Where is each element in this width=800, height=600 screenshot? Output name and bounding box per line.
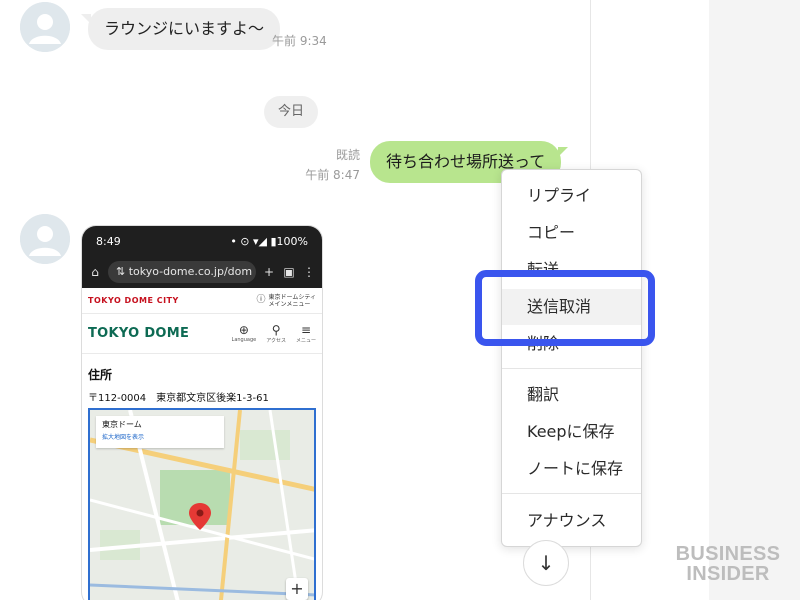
watermark-logo: BUSINESS INSIDER — [673, 544, 783, 584]
site-top-bar: TOKYO DOME CITY ⓘ 東京ドームシティ メインメニュー — [82, 288, 322, 314]
site-main-menu: ⓘ 東京ドームシティ メインメニュー — [257, 294, 316, 308]
nav-access: ⚲ アクセス — [266, 323, 286, 344]
tune-icon: ⇅ — [116, 265, 129, 278]
contact-avatar-1[interactable] — [20, 2, 70, 52]
home-icon: ⌂ — [91, 265, 99, 279]
map-card-title: 東京ドーム — [102, 420, 142, 429]
tab-count-icon: ▣ — [283, 265, 295, 279]
nav-menu: ≡ メニュー — [296, 323, 316, 344]
phone-status-bar: 8:49 • ⊙ ▾◢ ▮100% — [82, 226, 322, 256]
incoming-message-bubble[interactable]: ラウンジにいますよ〜 — [80, 8, 281, 50]
person-avatar-icon — [20, 214, 70, 264]
arrow-down-icon: ↓ — [537, 551, 555, 575]
nav-language: ⊕ Language — [232, 323, 257, 344]
address-text: 〒112-0004 東京都文京区後楽1-3-61 — [88, 393, 269, 404]
site-brand: TOKYO DOME CITY — [88, 296, 179, 305]
nav-language-label: Language — [231, 337, 257, 343]
contact-avatar-2[interactable] — [20, 214, 70, 264]
menu-item-copy[interactable]: コピー — [502, 215, 641, 251]
menu-item-save-note[interactable]: ノートに保存 — [502, 451, 641, 487]
menu-item-translate[interactable]: 翻訳 — [502, 377, 641, 413]
location-icon: ⚲ — [271, 323, 281, 337]
map-embed: 東京ドーム 拡大地図を表示 + — [88, 408, 316, 600]
globe-icon: ⊕ — [238, 323, 249, 337]
site-menu-line-1: 東京ドームシティ — [268, 293, 316, 301]
url-box: ⇅ tokyo-dome.co.jp/dom — [108, 261, 256, 283]
scroll-down-button[interactable]: ↓ — [523, 540, 569, 586]
site-menu-line-2: メインメニュー — [268, 300, 311, 308]
map-zoom-in-button: + — [286, 578, 308, 600]
more-vert-icon: ⋮ — [303, 265, 315, 279]
message-context-menu: リプライ コピー 転送 送信取消 削除 翻訳 Keepに保存 ノートに保存 アナ… — [501, 169, 642, 547]
map-info-card: 東京ドーム 拡大地図を表示 — [96, 416, 224, 448]
info-icon: ⓘ — [256, 295, 266, 305]
address-title: 住所 — [88, 368, 113, 382]
incoming-message-time: 午前 9:34 — [272, 34, 327, 48]
map-card-link: 拡大地図を表示 — [102, 434, 145, 441]
nav-access-label: アクセス — [266, 338, 286, 344]
menu-item-reply[interactable]: リプライ — [502, 178, 641, 214]
menu-separator — [502, 493, 641, 494]
date-separator: 今日 — [264, 96, 319, 128]
right-background — [709, 0, 800, 600]
menu-item-announce[interactable]: アナウンス — [502, 503, 641, 539]
read-status: 既読 — [335, 148, 360, 162]
nav-menu-label: メニュー — [295, 338, 316, 344]
outgoing-message-time: 午前 8:47 — [305, 168, 360, 182]
browser-url-bar: ⌂ ⇅ tokyo-dome.co.jp/dom + ▣ ⋮ — [82, 256, 322, 288]
person-avatar-icon — [20, 2, 70, 52]
menu-item-save-keep[interactable]: Keepに保存 — [502, 414, 641, 450]
status-time: 8:49 — [96, 234, 121, 248]
incoming-message-text: ラウンジにいますよ〜 — [104, 19, 265, 38]
url-text: tokyo-dome.co.jp/dom — [128, 265, 253, 278]
hamburger-icon: ≡ — [300, 323, 312, 337]
menu-separator — [502, 368, 641, 369]
site-header: TOKYO DOME ⊕ Language ⚲ アクセス ≡ メニュー — [82, 314, 322, 354]
plus-icon: + — [263, 265, 275, 279]
status-icons: • ⊙ ▾◢ ▮100% — [230, 234, 308, 248]
site-nav: ⊕ Language ⚲ アクセス ≡ メニュー — [232, 323, 316, 344]
highlight-annotation — [475, 270, 655, 346]
site-logo: TOKYO DOME — [88, 326, 190, 341]
screenshot-image-message[interactable]: 8:49 • ⊙ ▾◢ ▮100% ⌂ ⇅ tokyo-dome.co.jp/d… — [82, 226, 322, 600]
watermark-line-2: INSIDER — [686, 563, 770, 585]
watermark-line-1: BUSINESS — [675, 543, 781, 565]
